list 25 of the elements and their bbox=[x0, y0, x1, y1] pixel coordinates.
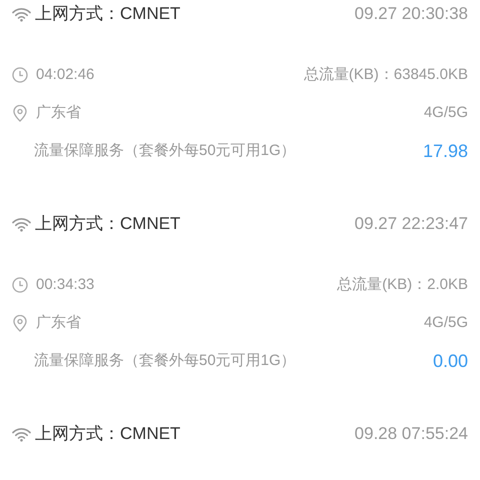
wifi-icon bbox=[12, 426, 31, 442]
clock-icon bbox=[12, 67, 28, 83]
session-duration: 04:02:46 bbox=[36, 64, 94, 85]
record-datetime: 09.27 22:23:47 bbox=[354, 213, 468, 236]
service-fee: 17.98 bbox=[422, 140, 468, 162]
location-pin-icon bbox=[12, 314, 28, 332]
service-name: 流量保障服务（套餐外每50元可用1G） bbox=[33, 140, 296, 161]
record-datetime: 09.27 20:30:38 bbox=[354, 3, 468, 26]
total-traffic: 总流量(KB)：2.0KB bbox=[337, 274, 468, 295]
network-type: 4G/5G bbox=[424, 102, 468, 123]
session-duration: 00:34:33 bbox=[36, 274, 94, 295]
service-name: 流量保障服务（套餐外每50元可用1G） bbox=[33, 350, 296, 371]
province: 广东省 bbox=[36, 102, 81, 123]
total-traffic: 总流量(KB)：63845.0KB bbox=[304, 64, 468, 85]
service-fee: 0.00 bbox=[432, 350, 468, 372]
wifi-icon bbox=[12, 216, 31, 232]
location-pin-icon bbox=[12, 104, 28, 122]
wifi-icon bbox=[12, 6, 31, 22]
connection-type: 上网方式：CMNET bbox=[35, 213, 180, 236]
record-datetime: 09.28 07:55:24 bbox=[354, 423, 468, 446]
province: 广东省 bbox=[36, 312, 81, 333]
connection-type: 上网方式：CMNET bbox=[35, 423, 180, 446]
connection-type: 上网方式：CMNET bbox=[35, 3, 180, 26]
network-type: 4G/5G bbox=[424, 312, 468, 333]
clock-icon bbox=[12, 277, 28, 293]
